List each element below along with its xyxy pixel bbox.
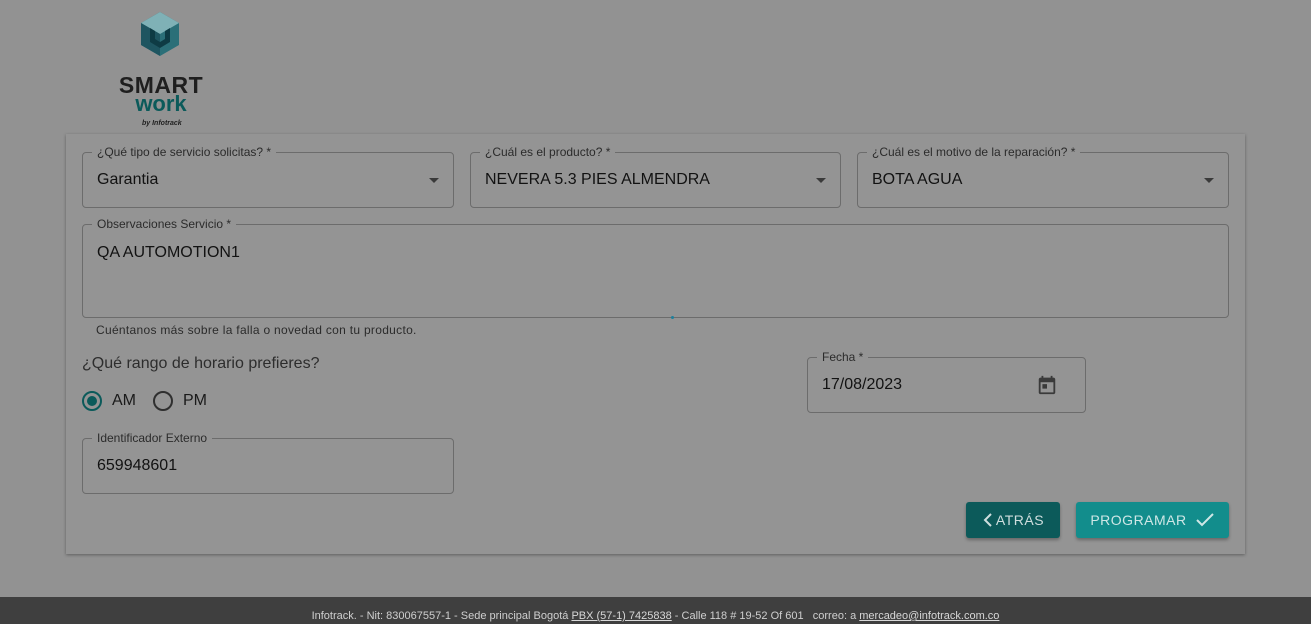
service-type-select[interactable]: ¿Qué tipo de servicio solicitas? * Garan… (82, 144, 454, 208)
date-field[interactable]: Fecha * 17/08/2023 (807, 349, 1086, 413)
date-value: 17/08/2023 (822, 376, 903, 393)
radio-am-label[interactable]: AM (112, 392, 136, 410)
schedule-button[interactable]: PROGRAMAR (1076, 502, 1229, 538)
schedule-question: ¿Qué rango de horario prefieres? (82, 355, 320, 372)
radio-am[interactable]: AM (82, 390, 136, 412)
date-label: Fecha * (817, 349, 869, 365)
product-select[interactable]: ¿Cuál es el producto? * NEVERA 5.3 PIES … (470, 144, 841, 208)
brand-work: work (135, 91, 187, 116)
footer-phone-link[interactable]: PBX (57-1) 7425838 (571, 610, 671, 622)
repair-reason-label: ¿Cuál es el motivo de la reparación? * (867, 144, 1081, 160)
footer-company-text: Infotrack. - Nit: 830067557-1 - Sede pri… (311, 610, 572, 622)
radio-pm[interactable]: PM (153, 390, 207, 412)
service-type-value: Garantia (97, 171, 159, 188)
product-value: NEVERA 5.3 PIES ALMENDRA (485, 171, 710, 188)
external-id-field[interactable]: Identificador Externo 659948601 (82, 430, 454, 494)
chevron-left-icon (982, 513, 994, 527)
repair-reason-select[interactable]: ¿Cuál es el motivo de la reparación? * B… (857, 144, 1229, 208)
brand-by-infotrack: by Infotrack (142, 120, 182, 127)
external-id-label: Identificador Externo (92, 430, 213, 446)
check-icon (1195, 512, 1215, 528)
smartwork-logo-icon (141, 12, 179, 56)
calendar-icon[interactable] (1036, 374, 1058, 396)
back-button[interactable]: ATRÁS (966, 502, 1060, 538)
external-id-value: 659948601 (97, 457, 178, 474)
repair-reason-value: BOTA AGUA (872, 171, 963, 188)
service-type-label: ¿Qué tipo de servicio solicitas? * (92, 144, 277, 160)
footer-email-link[interactable]: mercadeo@infotrack.com.co (859, 610, 999, 622)
caret-down-icon (816, 178, 826, 183)
observations-value: QA AUTOMOTION1 (97, 244, 240, 261)
schedule-button-label: PROGRAMAR (1090, 512, 1187, 528)
footer: Infotrack. - Nit: 830067557-1 - Sede pri… (0, 597, 1311, 624)
smartwork-logo: SMART work by Infotrack (112, 10, 208, 127)
loading-indicator (671, 316, 674, 319)
radio-pm-label[interactable]: PM (183, 392, 207, 410)
observations-textarea[interactable]: Observaciones Servicio * QA AUTOMOTION1 (82, 216, 1229, 318)
product-label: ¿Cuál es el producto? * (480, 144, 616, 160)
caret-down-icon (429, 178, 439, 183)
footer-address-text: - Calle 118 # 19-52 Of 601 correo: a (671, 610, 860, 622)
app-root: SMART work by Infotrack ¿Qué tipo de ser… (0, 0, 1311, 624)
radio-pm-circle[interactable] (153, 391, 173, 411)
back-button-label: ATRÁS (995, 512, 1045, 528)
caret-down-icon (1204, 178, 1214, 183)
observations-helper-text: Cuéntanos más sobre la falla o novedad c… (96, 323, 417, 337)
observations-label: Observaciones Servicio * (92, 216, 237, 232)
radio-am-circle[interactable] (82, 391, 102, 411)
